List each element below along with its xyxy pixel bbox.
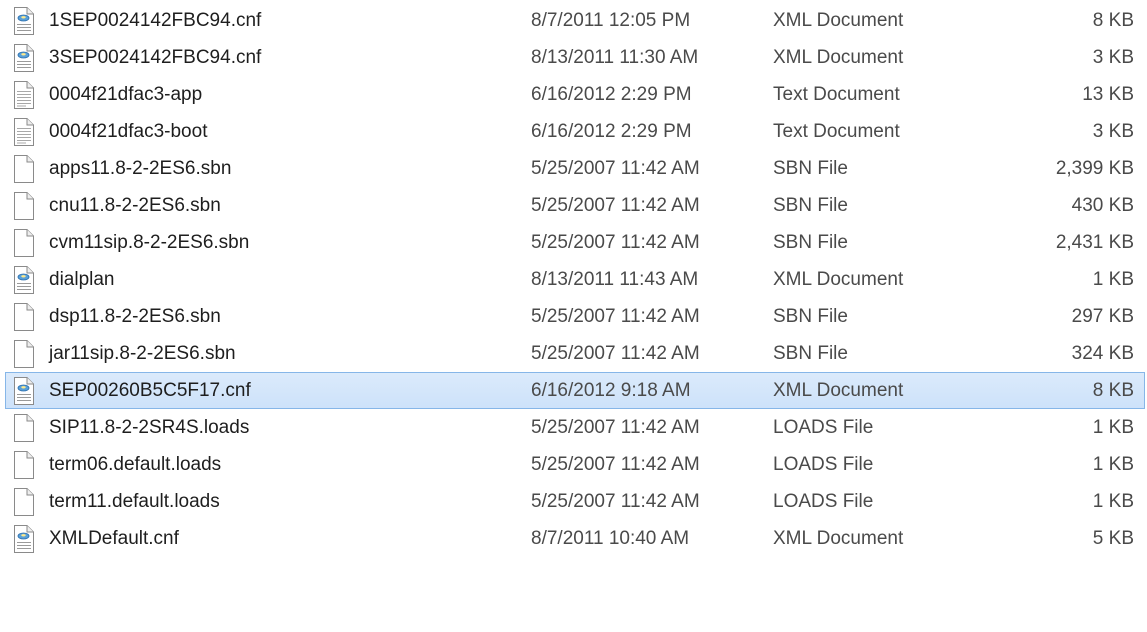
file-type: XML Document [773,10,904,31]
blank-file-icon [12,488,36,516]
file-size: 8 KB [1092,10,1134,31]
file-row[interactable]: XMLDefault.cnf 8/7/2011 10:40 AM XML Doc… [0,520,1147,557]
file-size: 3 KB [1092,47,1134,68]
file-size: 430 KB [1071,195,1134,216]
file-type: LOADS File [773,417,874,438]
file-row[interactable]: cvm11sip.8-2-2ES6.sbn 5/25/2007 11:42 AM… [0,224,1147,261]
file-name: 3SEP0024142FBC94.cnf [49,47,262,68]
xml-document-icon [12,525,36,553]
file-name: term06.default.loads [49,454,222,475]
file-size: 1 KB [1092,454,1134,475]
file-type: SBN File [773,158,848,179]
blank-file-icon [12,451,36,479]
blank-file-icon [12,414,36,442]
xml-document-icon [12,266,36,294]
file-row[interactable]: apps11.8-2-2ES6.sbn 5/25/2007 11:42 AM S… [0,150,1147,187]
file-date-modified: 5/25/2007 11:42 AM [531,417,700,438]
file-size: 1 KB [1092,491,1134,512]
file-type: LOADS File [773,491,874,512]
xml-document-icon [12,377,36,405]
file-type: XML Document [773,269,904,290]
file-date-modified: 5/25/2007 11:42 AM [531,454,700,475]
xml-document-icon [12,7,36,35]
file-name: SIP11.8-2-2SR4S.loads [49,417,250,438]
file-row-selected[interactable]: SEP00260B5C5F17.cnf 6/16/2012 9:18 AM XM… [5,372,1145,409]
file-date-modified: 5/25/2007 11:42 AM [531,195,700,216]
file-date-modified: 5/25/2007 11:42 AM [531,158,700,179]
xml-document-icon [12,44,36,72]
file-row[interactable]: 0004f21dfac3-app 6/16/2012 2:29 PM Text … [0,76,1147,113]
file-name: 0004f21dfac3-app [49,84,203,105]
file-size: 324 KB [1071,343,1134,364]
file-list: 1SEP0024142FBC94.cnf 8/7/2011 12:05 PM X… [0,0,1147,632]
file-row[interactable]: dialplan 8/13/2011 11:43 AM XML Document… [0,261,1147,298]
file-date-modified: 5/25/2007 11:42 AM [531,232,700,253]
file-type: LOADS File [773,454,874,475]
file-type: XML Document [773,528,904,549]
file-row[interactable]: 3SEP0024142FBC94.cnf 8/13/2011 11:30 AM … [0,39,1147,76]
blank-file-icon [12,155,36,183]
file-size: 13 KB [1082,84,1134,105]
file-size: 297 KB [1071,306,1134,327]
file-type: Text Document [773,84,900,105]
text-document-icon [12,118,36,146]
file-date-modified: 8/7/2011 12:05 PM [531,10,691,31]
blank-file-icon [12,192,36,220]
file-name: 0004f21dfac3-boot [49,121,208,142]
file-date-modified: 8/7/2011 10:40 AM [531,528,690,549]
file-row[interactable]: term11.default.loads 5/25/2007 11:42 AM … [0,483,1147,520]
file-name: jar11sip.8-2-2ES6.sbn [49,343,236,364]
file-date-modified: 8/13/2011 11:30 AM [531,47,699,68]
file-size: 8 KB [1092,380,1134,401]
file-name: dialplan [49,269,115,290]
file-row[interactable]: 0004f21dfac3-boot 6/16/2012 2:29 PM Text… [0,113,1147,150]
file-row[interactable]: jar11sip.8-2-2ES6.sbn 5/25/2007 11:42 AM… [0,335,1147,372]
file-type: XML Document [773,47,904,68]
file-name: cnu11.8-2-2ES6.sbn [49,195,221,216]
file-date-modified: 8/13/2011 11:43 AM [531,269,699,290]
file-type: Text Document [773,121,900,142]
file-name: dsp11.8-2-2ES6.sbn [49,306,221,327]
file-date-modified: 6/16/2012 9:18 AM [531,380,691,401]
file-date-modified: 6/16/2012 2:29 PM [531,84,692,105]
file-row[interactable]: dsp11.8-2-2ES6.sbn 5/25/2007 11:42 AM SB… [0,298,1147,335]
blank-file-icon [12,229,36,257]
file-size: 3 KB [1092,121,1134,142]
file-type: SBN File [773,232,848,253]
file-size: 2,431 KB [1055,232,1134,253]
file-row[interactable]: cnu11.8-2-2ES6.sbn 5/25/2007 11:42 AM SB… [0,187,1147,224]
blank-file-icon [12,303,36,331]
file-date-modified: 6/16/2012 2:29 PM [531,121,692,142]
file-size: 2,399 KB [1055,158,1134,179]
file-name: apps11.8-2-2ES6.sbn [49,158,232,179]
file-size: 5 KB [1092,528,1134,549]
file-row[interactable]: 1SEP0024142FBC94.cnf 8/7/2011 12:05 PM X… [0,2,1147,39]
file-row[interactable]: SIP11.8-2-2SR4S.loads 5/25/2007 11:42 AM… [0,409,1147,446]
file-date-modified: 5/25/2007 11:42 AM [531,491,700,512]
file-name: 1SEP0024142FBC94.cnf [49,10,262,31]
file-date-modified: 5/25/2007 11:42 AM [531,306,700,327]
file-type: SBN File [773,343,848,364]
text-document-icon [12,81,36,109]
file-size: 1 KB [1092,417,1134,438]
file-type: SBN File [773,195,848,216]
file-row[interactable]: term06.default.loads 5/25/2007 11:42 AM … [0,446,1147,483]
file-date-modified: 5/25/2007 11:42 AM [531,343,700,364]
file-size: 1 KB [1092,269,1134,290]
file-name: cvm11sip.8-2-2ES6.sbn [49,232,250,253]
file-name: term11.default.loads [49,491,220,512]
file-type: XML Document [773,380,904,401]
file-name: SEP00260B5C5F17.cnf [49,380,251,401]
file-name: XMLDefault.cnf [49,528,179,549]
file-type: SBN File [773,306,848,327]
blank-file-icon [12,340,36,368]
